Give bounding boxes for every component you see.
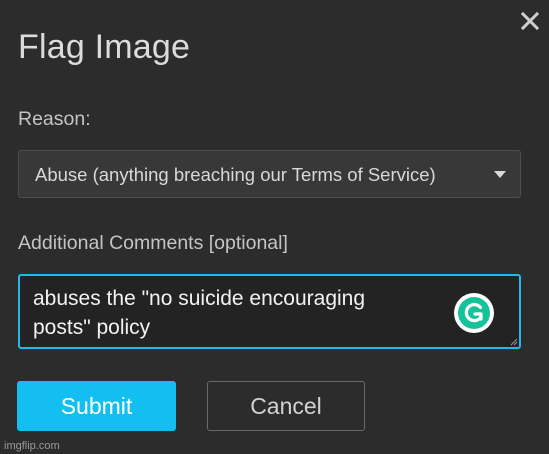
reason-select[interactable]: Abuse (anything breaching our Terms of S… bbox=[18, 150, 521, 198]
comments-textarea-value: abuses the "no suicide encouraging posts… bbox=[33, 287, 366, 339]
close-button[interactable] bbox=[515, 6, 545, 36]
flag-image-dialog: Flag Image Reason: Abuse (anything breac… bbox=[0, 0, 549, 454]
reason-select-value: Abuse (anything breaching our Terms of S… bbox=[35, 164, 436, 185]
comments-textarea[interactable]: abuses the "no suicide encouraging posts… bbox=[18, 274, 521, 349]
submit-button[interactable]: Submit bbox=[17, 381, 176, 431]
close-icon bbox=[520, 11, 540, 31]
reason-label: Reason: bbox=[18, 108, 91, 130]
caret-down-icon bbox=[494, 171, 506, 178]
watermark: imgflip.com bbox=[4, 440, 60, 452]
resize-handle-icon[interactable] bbox=[509, 337, 518, 346]
comments-label: Additional Comments [optional] bbox=[18, 232, 288, 254]
grammarly-icon[interactable] bbox=[454, 293, 494, 333]
dialog-title: Flag Image bbox=[18, 28, 191, 66]
cancel-button[interactable]: Cancel bbox=[207, 381, 365, 431]
